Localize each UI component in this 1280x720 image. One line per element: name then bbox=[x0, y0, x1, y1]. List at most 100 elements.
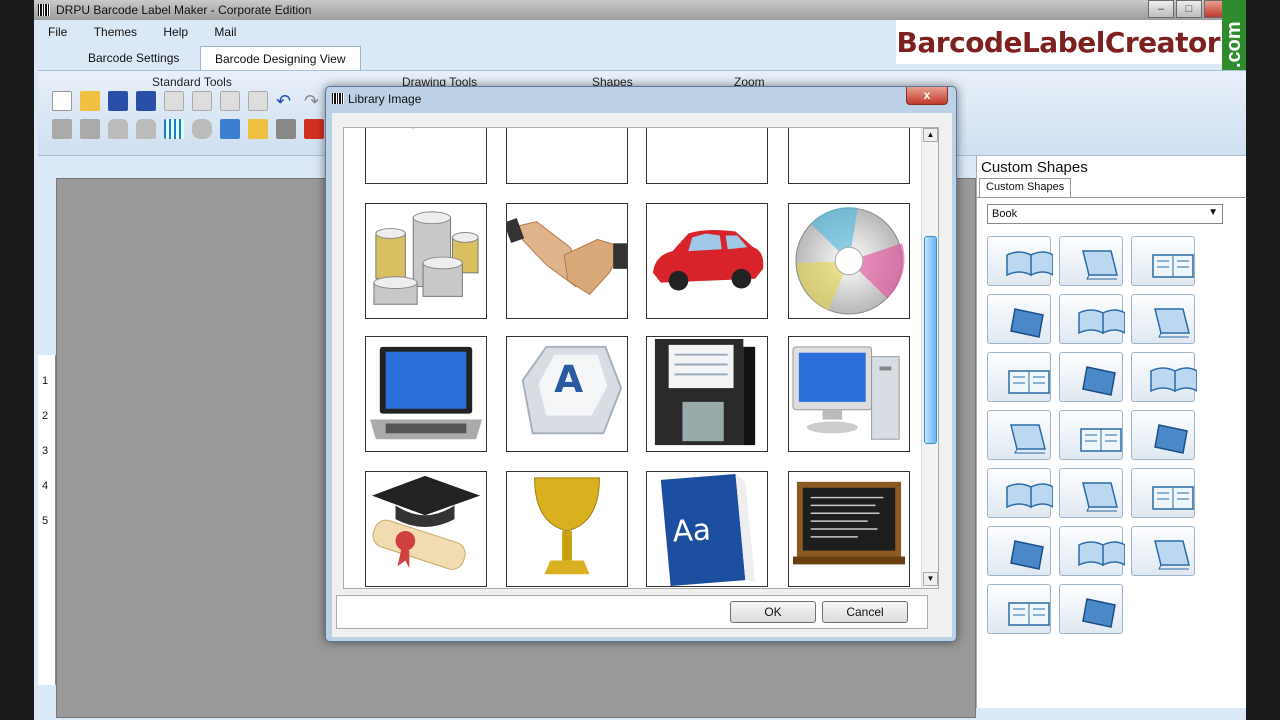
book-shape-button[interactable] bbox=[987, 526, 1051, 576]
book-shape-button[interactable] bbox=[1059, 236, 1123, 286]
brand-text: BarcodeLabelCreator bbox=[896, 26, 1221, 59]
menu-mail[interactable]: Mail bbox=[200, 22, 245, 39]
panel-title: Custom Shapes bbox=[981, 159, 1088, 176]
email-icon[interactable] bbox=[248, 119, 268, 139]
book-shape-button[interactable] bbox=[1059, 410, 1123, 460]
book-shape-button[interactable] bbox=[987, 468, 1053, 518]
book-shape-button[interactable] bbox=[1131, 410, 1195, 460]
tab-barcode-designing-view[interactable]: Barcode Designing View bbox=[200, 46, 361, 70]
redo-icon[interactable]: ↷ bbox=[304, 91, 324, 111]
tab-barcode-settings[interactable]: Barcode Settings bbox=[74, 46, 193, 70]
dialog-title: Library Image bbox=[348, 92, 422, 106]
book-shape-button[interactable] bbox=[987, 352, 1051, 402]
book-shape-icon bbox=[1078, 309, 1125, 335]
bring-front-icon[interactable] bbox=[52, 119, 72, 139]
cancel-button[interactable]: Cancel bbox=[822, 601, 908, 623]
book-shape-button[interactable] bbox=[987, 410, 1051, 460]
gallery-scrollbar[interactable]: ▲ ▼ bbox=[921, 128, 938, 588]
library-image-cell[interactable] bbox=[365, 203, 487, 319]
book-shape-icon bbox=[1152, 486, 1194, 510]
cut-icon[interactable] bbox=[220, 91, 240, 111]
book-shape-button[interactable] bbox=[987, 584, 1051, 634]
ruler-mark: 2 bbox=[42, 410, 49, 422]
brand-logo: BarcodeLabelCreator .com bbox=[896, 0, 1246, 90]
library-image-cell[interactable] bbox=[788, 336, 910, 452]
print-icon[interactable] bbox=[276, 119, 296, 139]
maximize-button[interactable]: □ bbox=[1176, 0, 1202, 18]
library-image-dialog: Library Image x $ A Aa ▲ ▼ OK Cancel bbox=[325, 86, 957, 642]
shape-category-select[interactable]: Book ▼ bbox=[987, 204, 1223, 224]
library-image-cell[interactable] bbox=[788, 471, 910, 587]
minimize-button[interactable]: – bbox=[1148, 0, 1174, 18]
ok-button[interactable]: OK bbox=[730, 601, 816, 623]
book-shape-icon bbox=[1082, 482, 1118, 512]
graduation-cap-icon bbox=[371, 475, 481, 570]
menu-themes[interactable]: Themes bbox=[80, 22, 146, 39]
book-shape-button[interactable] bbox=[1059, 352, 1123, 402]
unlock-icon[interactable] bbox=[136, 119, 156, 139]
send-back-icon[interactable] bbox=[80, 119, 100, 139]
library-image-cell[interactable] bbox=[506, 471, 628, 587]
save-as-icon[interactable] bbox=[136, 91, 156, 111]
save-icon[interactable] bbox=[108, 91, 128, 111]
library-image-cell[interactable] bbox=[646, 336, 768, 452]
book-shape-icon bbox=[1080, 428, 1122, 452]
coins-icon: $ bbox=[789, 127, 909, 183]
library-image-cell[interactable] bbox=[365, 471, 487, 587]
book-shape-button[interactable] bbox=[1131, 294, 1195, 344]
book-shape-button[interactable] bbox=[1131, 468, 1195, 518]
book-shape-button[interactable] bbox=[987, 236, 1053, 286]
scroll-up-icon[interactable]: ▲ bbox=[923, 128, 938, 142]
library-image-cell[interactable] bbox=[506, 203, 628, 319]
undo-icon[interactable]: ↶ bbox=[276, 91, 296, 111]
scroll-thumb[interactable] bbox=[924, 236, 937, 444]
new-file-icon[interactable] bbox=[52, 91, 72, 111]
red-car-icon bbox=[652, 229, 764, 291]
library-image-cell[interactable] bbox=[646, 127, 768, 184]
copy-icon[interactable] bbox=[164, 91, 184, 111]
library-image-cell[interactable] bbox=[365, 128, 487, 184]
menu-help[interactable]: Help bbox=[149, 22, 197, 39]
exit-icon[interactable] bbox=[304, 119, 324, 139]
scroll-down-icon[interactable]: ▼ bbox=[923, 572, 938, 586]
paste-icon[interactable] bbox=[192, 91, 212, 111]
library-image-cell[interactable]: $ bbox=[788, 127, 910, 184]
coin-stacks-icon bbox=[373, 211, 479, 305]
globe-icon bbox=[507, 127, 627, 183]
open-folder-icon[interactable] bbox=[80, 91, 100, 111]
dialog-close-button[interactable]: x bbox=[906, 87, 948, 105]
menu-file[interactable]: File bbox=[34, 22, 76, 39]
chevron-down-icon: ▼ bbox=[1208, 207, 1218, 218]
book-shape-icon bbox=[1082, 250, 1118, 280]
title-bar: DRPU Barcode Label Maker - Corporate Edi… bbox=[34, 0, 1246, 20]
library-image-cell[interactable] bbox=[506, 127, 628, 184]
book-shape-button[interactable] bbox=[987, 294, 1051, 344]
book-shape-icon bbox=[1082, 598, 1116, 628]
library-image-cell[interactable] bbox=[365, 336, 487, 452]
book-shape-button[interactable] bbox=[1131, 352, 1197, 402]
library-image-cell[interactable] bbox=[788, 203, 910, 319]
lock-icon[interactable] bbox=[108, 119, 128, 139]
book-shape-button[interactable] bbox=[1131, 526, 1195, 576]
custom-shapes-panel: Custom Shapes Custom Shapes Book ▼ bbox=[976, 156, 1247, 708]
database-icon[interactable] bbox=[192, 119, 212, 139]
book-shape-icon bbox=[1150, 367, 1197, 393]
image-icon[interactable] bbox=[220, 119, 240, 139]
laptop-icon bbox=[369, 346, 483, 440]
book-shape-button[interactable] bbox=[1131, 236, 1195, 286]
book-shape-icon bbox=[1078, 541, 1125, 567]
book-shape-icon bbox=[1010, 424, 1046, 454]
book-shape-button[interactable] bbox=[1059, 526, 1125, 576]
library-image-cell[interactable] bbox=[646, 203, 768, 319]
book-shape-button[interactable] bbox=[1059, 584, 1123, 634]
businessman-icon bbox=[647, 127, 767, 183]
book-shape-icon bbox=[1010, 540, 1044, 570]
book-shape-icon bbox=[1006, 483, 1053, 509]
delete-icon[interactable] bbox=[248, 91, 268, 111]
library-image-cell[interactable]: A bbox=[506, 336, 628, 452]
library-image-cell[interactable]: Aa bbox=[646, 471, 768, 587]
book-shape-button[interactable] bbox=[1059, 294, 1125, 344]
tab-custom-shapes[interactable]: Custom Shapes bbox=[979, 178, 1072, 198]
book-shape-button[interactable] bbox=[1059, 468, 1123, 518]
grid-icon[interactable] bbox=[164, 119, 184, 139]
